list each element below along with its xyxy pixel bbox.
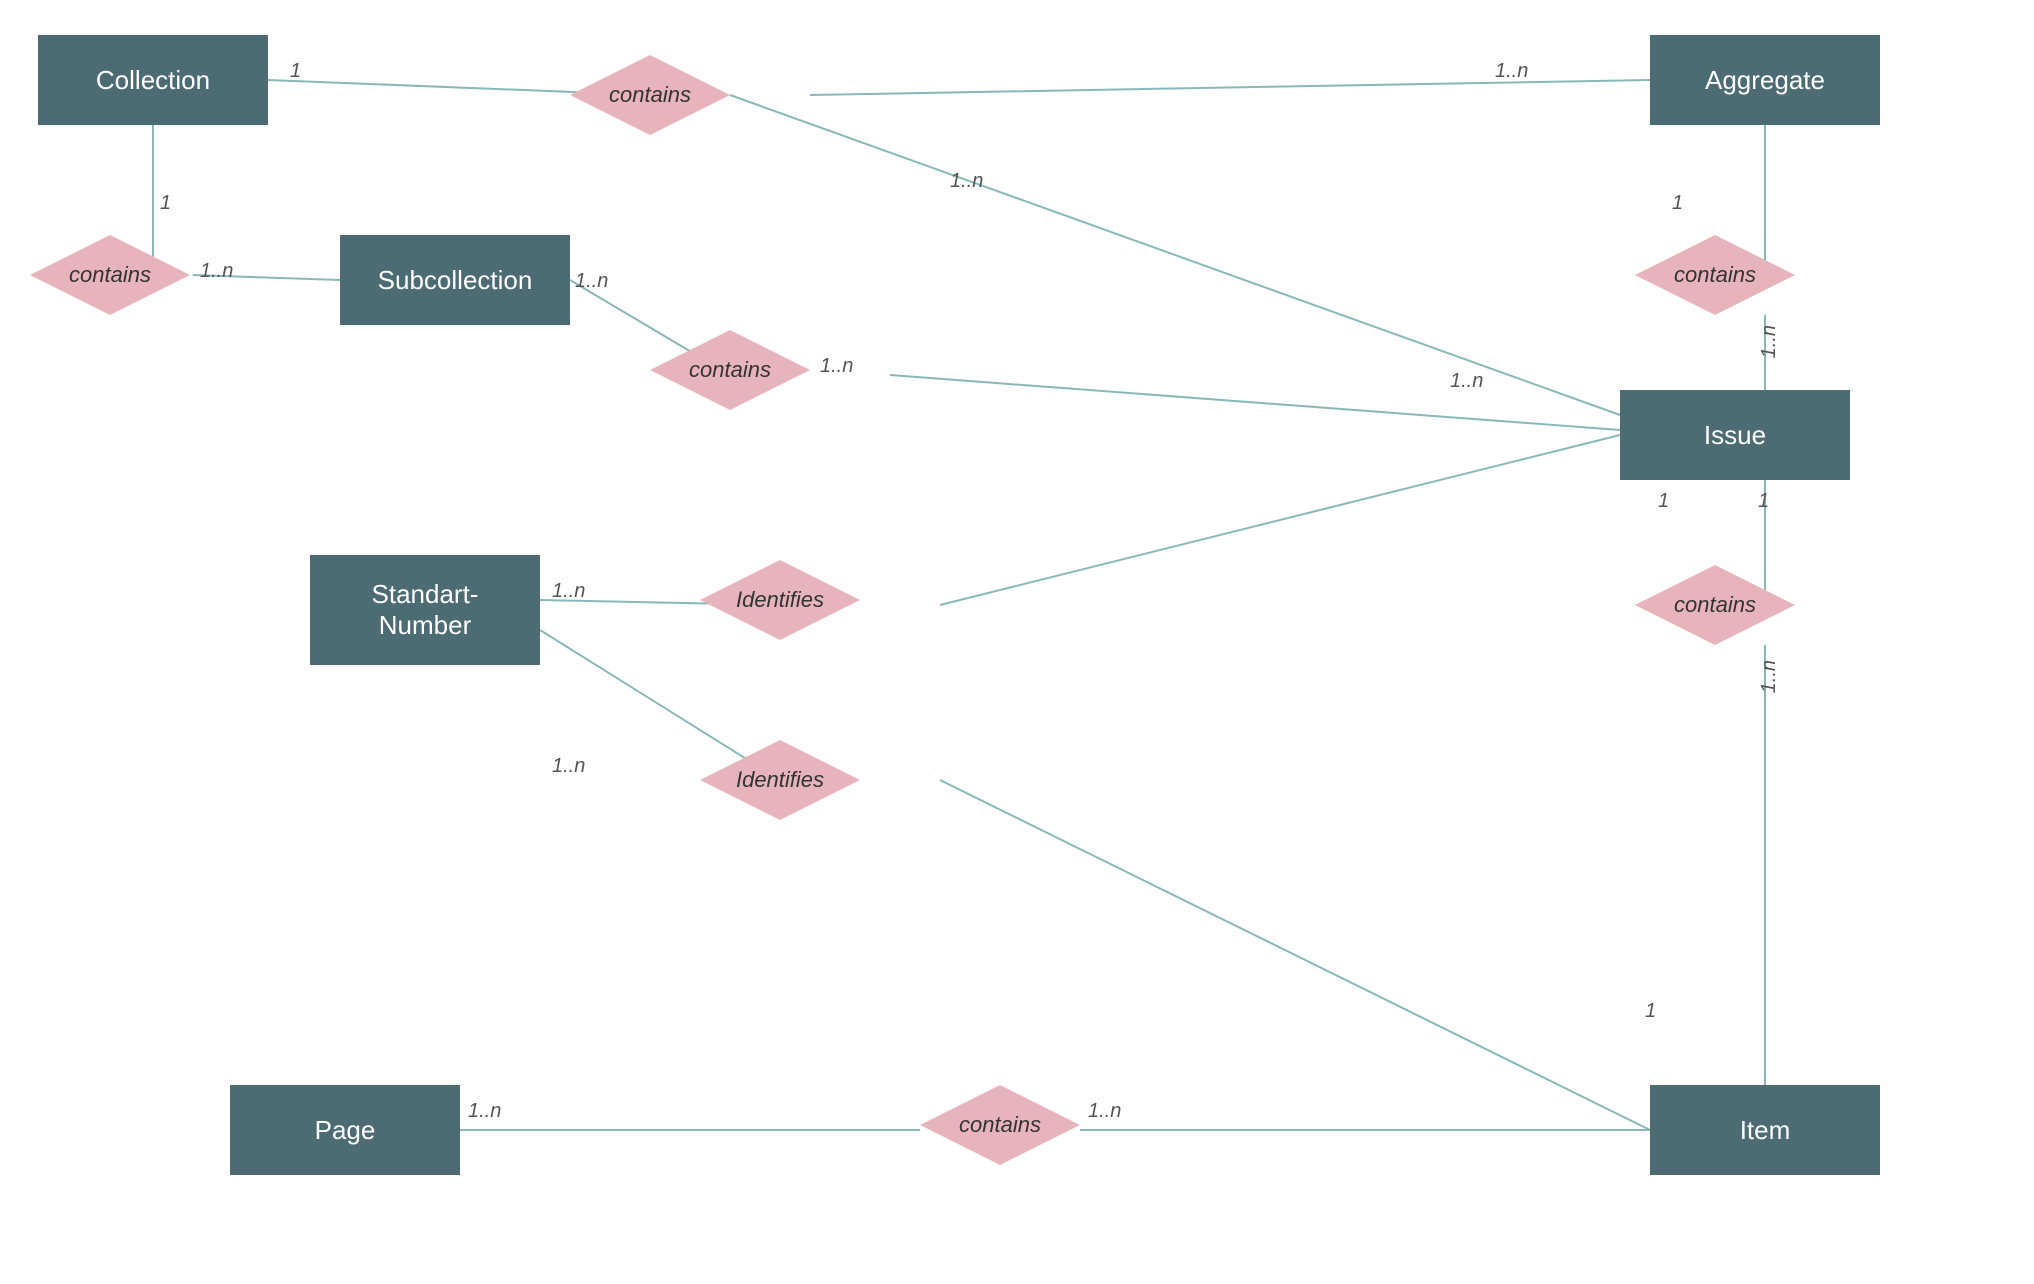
mult-contains-agg-issue: 1..n bbox=[1758, 325, 1781, 358]
er-diagram: Collection Aggregate Subcollection Issue… bbox=[0, 0, 2034, 1284]
diamond-contains-agg: contains bbox=[1635, 235, 1795, 315]
mult-std-identifies-top: 1..n bbox=[552, 580, 585, 603]
diamond-identifies-bot: Identifies bbox=[700, 740, 860, 820]
entity-issue: Issue bbox=[1620, 390, 1850, 480]
diamond-identifies-top: Identifies bbox=[700, 560, 860, 640]
mult-collection-contains-top: 1 bbox=[290, 60, 301, 83]
mult-collection-contains-left: 1 bbox=[160, 192, 171, 215]
mult-contains-item: 1..n bbox=[1088, 1100, 1121, 1123]
mult-contains-issue-item: 1..n bbox=[1758, 660, 1781, 693]
entity-subcollection: Subcollection bbox=[340, 235, 570, 325]
mult-std-identifies-bot: 1..n bbox=[552, 755, 585, 778]
mult-page-contains: 1..n bbox=[468, 1100, 501, 1123]
mult-sub-issue-right: 1..n bbox=[1450, 370, 1483, 393]
mult-sub-contains-sub: 1..n bbox=[575, 270, 608, 293]
entity-page: Page bbox=[230, 1085, 460, 1175]
mult-contains-left-sub: 1..n bbox=[200, 260, 233, 283]
mult-issue-contains-issue: 1 bbox=[1658, 490, 1669, 513]
mult-contains-top-diagonal: 1..n bbox=[950, 170, 983, 193]
mult-identifies-item: 1 bbox=[1645, 1000, 1656, 1023]
mult-agg-contains-agg: 1 bbox=[1672, 192, 1683, 215]
diamond-contains-page: contains bbox=[920, 1085, 1080, 1165]
diamond-contains-sub: contains bbox=[650, 330, 810, 410]
entity-item: Item bbox=[1650, 1085, 1880, 1175]
diamond-contains-issue: contains bbox=[1635, 565, 1795, 645]
mult-contains-top-aggregate: 1..n bbox=[1495, 60, 1528, 83]
diamond-contains-left: contains bbox=[30, 235, 190, 315]
diamond-contains-top: contains bbox=[570, 55, 730, 135]
mult-contains-issue-right: 1 bbox=[1758, 490, 1769, 513]
mult-contains-sub-issue: 1..n bbox=[820, 355, 853, 378]
entity-aggregate: Aggregate bbox=[1650, 35, 1880, 125]
entity-collection: Collection bbox=[38, 35, 268, 125]
entity-standart-number: Standart- Number bbox=[310, 555, 540, 665]
